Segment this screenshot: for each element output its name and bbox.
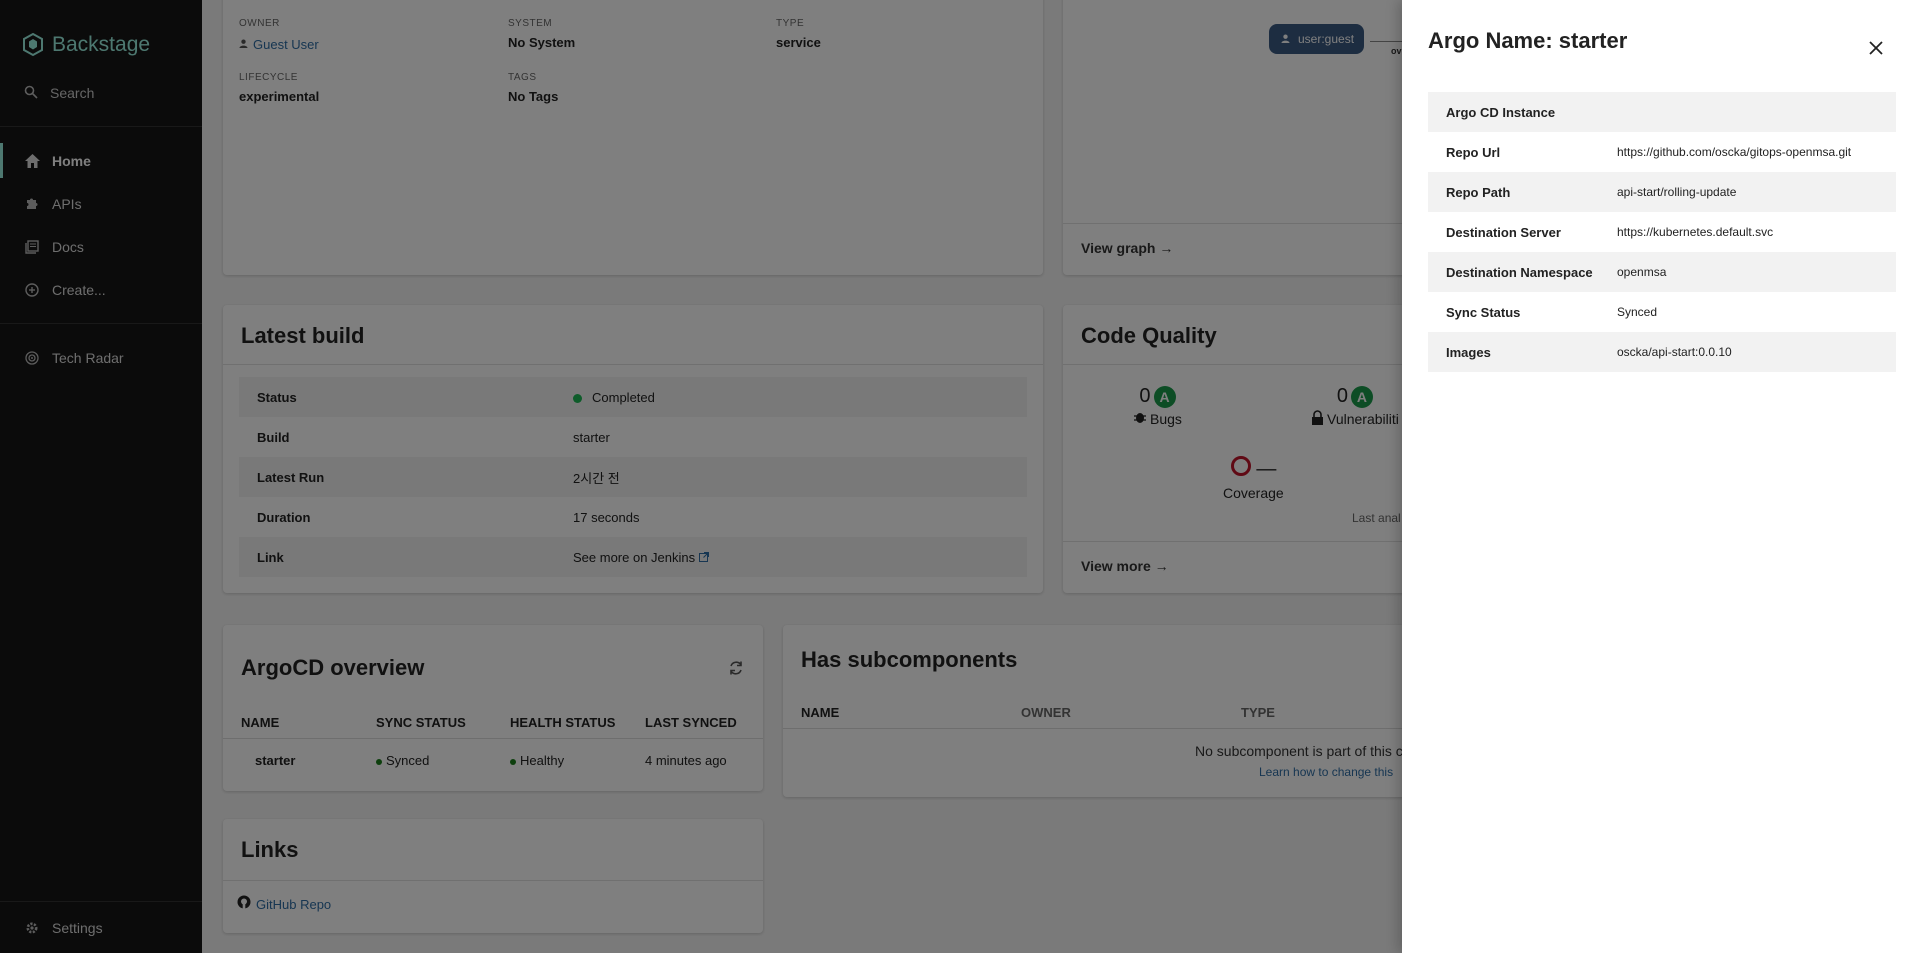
detail-value: openmsa — [1617, 265, 1667, 279]
detail-row: Images oscka/api-start:0.0.10 — [1428, 332, 1896, 372]
detail-row: Argo CD Instance — [1428, 92, 1896, 132]
detail-key: Repo Url — [1446, 144, 1501, 160]
detail-key: Images — [1446, 344, 1491, 360]
close-button[interactable] — [1862, 34, 1890, 62]
detail-row: Destination Namespace openmsa — [1428, 252, 1896, 292]
detail-row: Repo Url https://github.com/oscka/gitops-… — [1428, 132, 1896, 172]
detail-key: Argo CD Instance — [1446, 104, 1556, 120]
detail-value: oscka/api-start:0.0.10 — [1617, 345, 1732, 359]
detail-row: Destination Server https://kubernetes.def… — [1428, 212, 1896, 252]
argo-details-drawer: Argo Name: starter Argo CD Instance Repo… — [1402, 0, 1920, 953]
close-icon — [1869, 34, 1883, 62]
detail-key: Destination Namespace — [1446, 264, 1593, 280]
detail-key: Destination Server — [1446, 224, 1561, 240]
detail-key: Sync Status — [1446, 304, 1521, 320]
detail-key: Repo Path — [1446, 184, 1511, 200]
detail-value: Synced — [1617, 305, 1658, 319]
detail-value: api-start/rolling-update — [1617, 185, 1737, 199]
detail-row: Repo Path api-start/rolling-update — [1428, 172, 1896, 212]
drawer-title: Argo Name: starter — [1428, 28, 1628, 53]
argo-details-table: Argo CD Instance Repo Url https://github.… — [1428, 92, 1896, 372]
detail-row: Sync Status Synced — [1428, 292, 1896, 332]
detail-value: https://github.com/oscka/gitops-openmsa.… — [1617, 145, 1852, 159]
detail-value: https://kubernetes.default.svc — [1617, 225, 1774, 239]
drawer-backdrop[interactable] — [0, 0, 1402, 953]
